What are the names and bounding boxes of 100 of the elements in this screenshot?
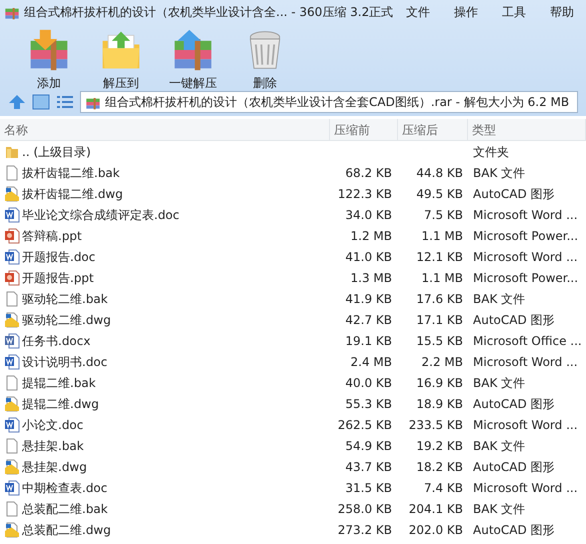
file-row[interactable]: .. (上级目录) 文件夹 <box>0 141 586 162</box>
file-row[interactable]: 驱动轮二维.dwg 42.7 KB 17.1 KB AutoCAD 图形 <box>0 309 586 330</box>
drawing-file-icon <box>4 522 20 538</box>
address-field[interactable]: 组合式棉杆拔杆机的设计（农机类毕业设计含全套CAD图纸）.rar - 解包大小为 6.2 MB <box>80 91 578 113</box>
column-header[interactable]: 类型 <box>468 119 586 140</box>
file-name: 拔杆齿辊二维.bak <box>22 164 120 182</box>
file-name: 提辊二维.bak <box>22 374 96 392</box>
word-document-icon <box>4 248 20 264</box>
file-row[interactable]: 总装配二维.dwg 273.2 KB 202.0 KB AutoCAD 图形 <box>0 519 586 540</box>
file-type: BAK 文件 <box>473 376 526 390</box>
size-before: 31.5 KB <box>345 480 392 496</box>
size-after: 17.6 KB <box>416 290 463 308</box>
size-before: 40.0 KB <box>345 374 392 392</box>
file-row[interactable]: 开题报告.ppt 1.3 MB 1.1 MB Microsoft Power... <box>0 267 586 288</box>
file-row[interactable]: 设计说明书.doc 2.4 MB 2.2 MB Microsoft Word ... <box>0 351 586 372</box>
size-after: 204.1 KB <box>408 500 463 518</box>
size-before: 19.1 KB <box>345 332 392 350</box>
size-after: 2.2 MB <box>422 354 463 370</box>
menu-item[interactable]: 文件 <box>402 3 434 21</box>
size-after: 1.1 MB <box>422 228 463 244</box>
file-type: Microsoft Word ... <box>473 354 578 368</box>
word-document-icon <box>4 354 20 370</box>
file-type: Microsoft Word ... <box>473 208 578 222</box>
file-row[interactable]: 提辊二维.bak 40.0 KB 16.9 KB BAK 文件 <box>0 372 586 393</box>
file-icon <box>4 500 20 516</box>
file-row[interactable]: 拔杆齿辊二维.bak 68.2 KB 44.8 KB BAK 文件 <box>0 162 586 183</box>
toolbar-button[interactable]: 添加 <box>18 28 80 92</box>
file-name: 驱动轮二维.bak <box>22 290 108 308</box>
word-document-icon <box>4 332 20 348</box>
file-name: 拔杆齿辊二维.dwg <box>22 186 123 202</box>
size-before: 2.4 MB <box>350 354 392 370</box>
size-after: 19.2 KB <box>416 438 463 454</box>
file-name: 驱动轮二维.dwg <box>22 312 111 328</box>
size-after: 49.5 KB <box>416 186 463 202</box>
file-row[interactable]: 任务书.docx 19.1 KB 15.5 KB Microsoft Office ... <box>0 330 586 351</box>
size-before: 42.7 KB <box>345 312 392 328</box>
size-after: 15.5 KB <box>416 332 463 350</box>
word-document-icon <box>4 416 20 432</box>
window-title: 组合式棉杆拔杆机的设计（农机类毕业设计含全... - 360压缩 3.2正式 <box>24 4 394 21</box>
file-type: Microsoft Word ... <box>473 250 578 264</box>
size-after: 233.5 KB <box>408 416 463 434</box>
menu-item[interactable]: 操作 <box>450 3 482 21</box>
file-name: 中期检查表.doc <box>22 480 108 496</box>
file-row[interactable]: 拔杆齿辊二维.dwg 122.3 KB 49.5 KB AutoCAD 图形 <box>0 183 586 204</box>
file-row[interactable]: 悬挂架.bak 54.9 KB 19.2 KB BAK 文件 <box>0 435 586 456</box>
size-before: 258.0 KB <box>338 500 392 518</box>
file-icon <box>4 374 20 390</box>
size-before: 41.0 KB <box>345 248 392 266</box>
toolbar-button[interactable]: 一键解压 <box>162 28 224 92</box>
file-row[interactable]: 开题报告.doc 41.0 KB 12.1 KB Microsoft Word ... <box>0 246 586 267</box>
toolbar-button[interactable]: 删除 <box>234 28 296 92</box>
file-name: 总装配二维.bak <box>22 500 108 518</box>
size-before: 41.9 KB <box>345 290 392 308</box>
file-type: AutoCAD 图形 <box>473 312 555 326</box>
menu-item[interactable]: 工具 <box>498 3 530 21</box>
file-name: .. (上级目录) <box>22 144 91 160</box>
file-icon <box>4 438 20 454</box>
file-type: BAK 文件 <box>473 166 526 180</box>
up-arrow-icon[interactable] <box>8 94 26 110</box>
file-type: AutoCAD 图形 <box>473 522 555 536</box>
presentation-file-icon <box>4 228 20 244</box>
file-name: 开题报告.doc <box>22 248 96 266</box>
column-header[interactable]: 压缩前 <box>330 119 398 140</box>
list-view-icon[interactable] <box>56 94 74 110</box>
file-type: AutoCAD 图形 <box>473 460 555 474</box>
size-before: 1.2 MB <box>350 228 392 244</box>
file-type: Microsoft Word ... <box>473 418 578 432</box>
file-type: 文件夹 <box>473 144 509 158</box>
file-type: BAK 文件 <box>473 438 526 452</box>
file-row[interactable]: 中期检查表.doc 31.5 KB 7.4 KB Microsoft Word ... <box>0 477 586 498</box>
drawing-file-icon <box>4 312 20 328</box>
size-after: 202.0 KB <box>408 522 463 538</box>
file-type: AutoCAD 图形 <box>473 186 555 200</box>
file-name: 答辩稿.ppt <box>22 228 82 244</box>
file-row[interactable]: 提辊二维.dwg 55.3 KB 18.9 KB AutoCAD 图形 <box>0 393 586 414</box>
size-before: 68.2 KB <box>345 164 392 182</box>
toolbar-button[interactable]: 解压到 <box>90 28 152 92</box>
column-header[interactable]: 压缩后 <box>398 119 468 140</box>
file-icon <box>4 164 20 180</box>
file-name: 设计说明书.doc <box>22 354 108 370</box>
file-row[interactable]: 毕业论文综合成绩评定表.doc 34.0 KB 7.5 KB Microsoft Word ... <box>0 204 586 225</box>
file-type: AutoCAD 图形 <box>473 396 555 410</box>
file-row[interactable]: 驱动轮二维.bak 41.9 KB 17.6 KB BAK 文件 <box>0 288 586 309</box>
size-before: 43.7 KB <box>345 458 392 476</box>
thumbnail-view-icon[interactable] <box>32 94 50 110</box>
file-name: 悬挂架.bak <box>22 438 84 454</box>
file-type: Microsoft Power... <box>473 228 578 242</box>
column-header[interactable]: 名称 <box>0 119 330 140</box>
file-row[interactable]: 答辩稿.ppt 1.2 MB 1.1 MB Microsoft Power... <box>0 225 586 246</box>
file-row[interactable]: 小论文.doc 262.5 KB 233.5 KB Microsoft Word ... <box>0 414 586 435</box>
word-document-icon <box>4 480 20 496</box>
menu-item[interactable]: 帮助 <box>546 3 578 21</box>
drawing-file-icon <box>4 458 20 474</box>
file-row[interactable]: 悬挂架.dwg 43.7 KB 18.2 KB AutoCAD 图形 <box>0 456 586 477</box>
size-before: 34.0 KB <box>345 206 392 224</box>
size-after: 12.1 KB <box>416 248 463 266</box>
file-name: 开题报告.ppt <box>22 270 94 286</box>
file-row[interactable]: 总装配二维.bak 258.0 KB 204.1 KB BAK 文件 <box>0 498 586 519</box>
size-after: 18.9 KB <box>416 396 463 412</box>
drawing-file-icon <box>4 186 20 202</box>
